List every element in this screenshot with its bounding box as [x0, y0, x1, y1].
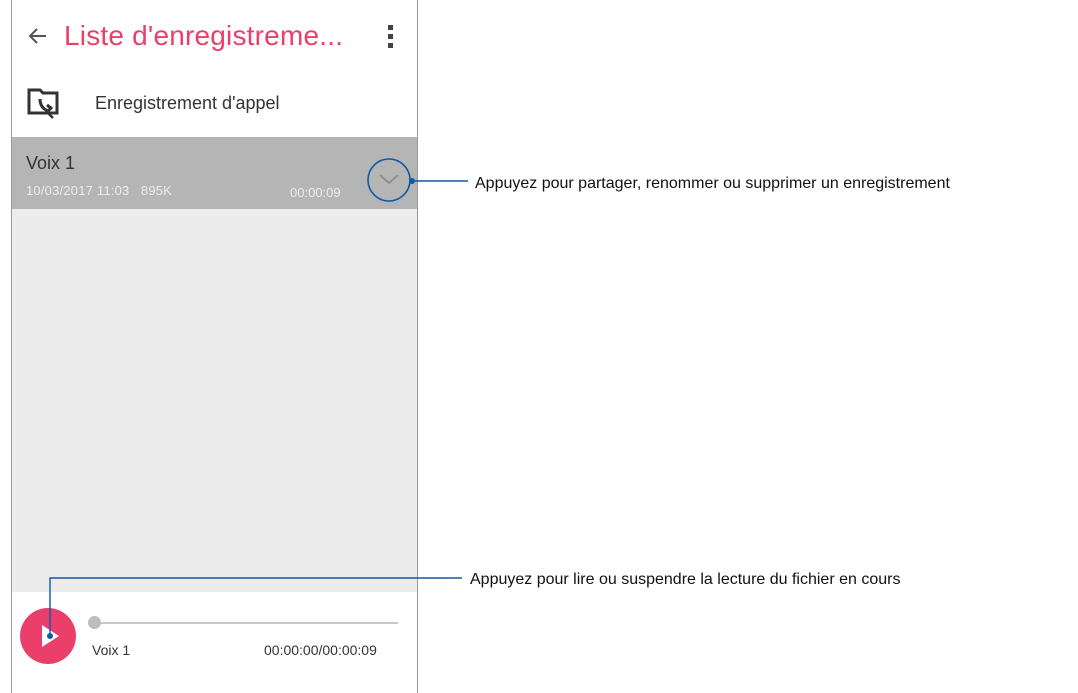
app-bar: Liste d'enregistreme... [12, 0, 417, 76]
recording-size: 895K [140, 183, 173, 198]
more-vert-icon[interactable] [384, 22, 398, 52]
progress-thumb[interactable] [88, 616, 101, 629]
annotation-expand: Appuyez pour partager, renommer ou suppr… [475, 175, 950, 192]
recording-meta: 10/03/2017 11:03 895K [26, 183, 172, 198]
player-time: 00:00:00/00:00:09 [264, 642, 377, 658]
annotation-play: Appuyez pour lire ou suspendre la lectur… [470, 571, 901, 588]
chevron-down-icon[interactable] [366, 157, 412, 203]
player-track-name: Voix 1 [92, 642, 131, 658]
recording-list: Voix 1 10/03/2017 11:03 895K 00:00:09 [12, 137, 417, 592]
recording-date: 10/03/2017 11:03 [26, 183, 130, 198]
page-title: Liste d'enregistreme... [64, 20, 344, 51]
recording-duration: 00:00:09 [290, 185, 341, 200]
play-icon [42, 625, 59, 647]
recording-name: Voix 1 [26, 153, 76, 173]
player-bar: Voix 1 00:00:00/00:00:09 [12, 592, 417, 693]
call-recording-label: Enregistrement d'appel [95, 93, 280, 113]
call-recording-folder-icon [27, 88, 59, 119]
list-item[interactable]: Voix 1 10/03/2017 11:03 895K 00:00:09 [12, 137, 417, 209]
call-recording-row[interactable]: Enregistrement d'appel [12, 78, 417, 136]
progress-track[interactable] [94, 622, 398, 624]
arrow-left-icon[interactable] [26, 24, 50, 48]
phone-screen: Liste d'enregistreme... Enregistrement d… [11, 0, 418, 693]
play-button[interactable] [20, 608, 76, 664]
